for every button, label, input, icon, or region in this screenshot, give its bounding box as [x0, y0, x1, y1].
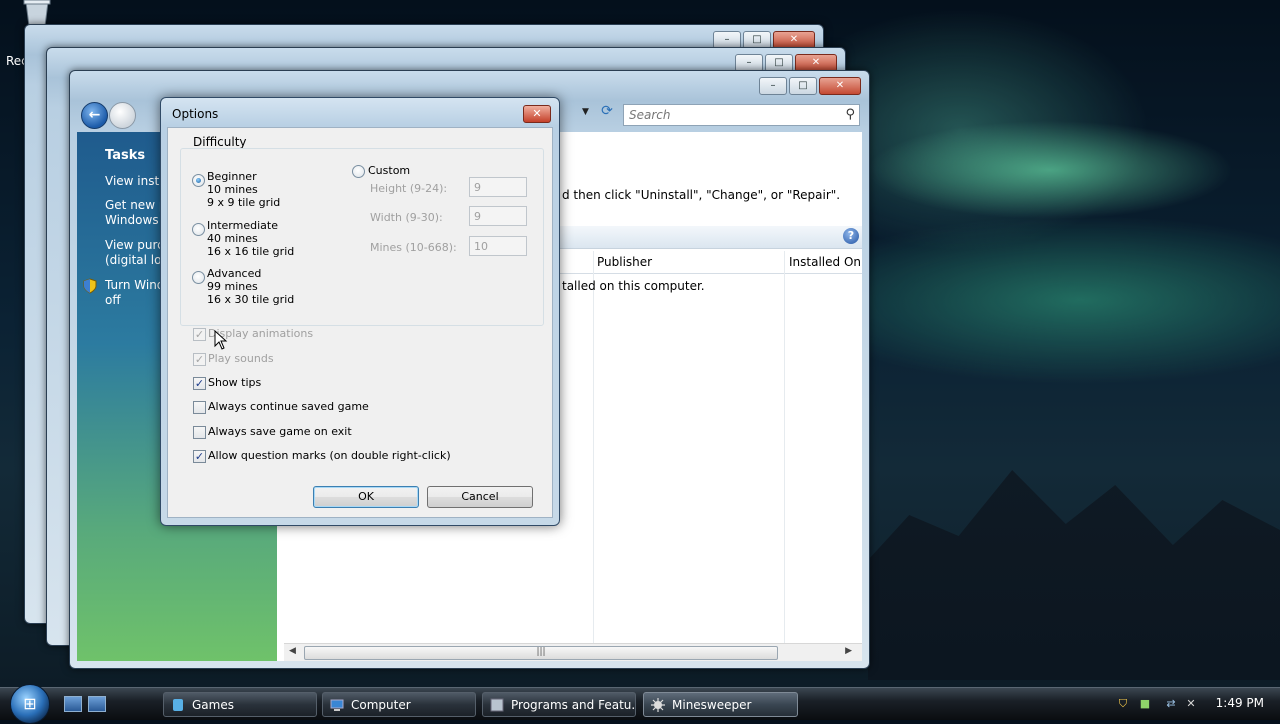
radio-custom[interactable]	[352, 165, 365, 178]
radio-intermediate[interactable]	[192, 223, 205, 236]
sidebar-title: Tasks	[105, 148, 146, 163]
always-continue-label: Always continue saved game	[208, 400, 369, 413]
search-input[interactable]: Search ⚲	[623, 104, 860, 126]
taskbar-item-label: Minesweeper	[672, 698, 752, 712]
radio-advanced[interactable]	[192, 271, 205, 284]
empty-list-message: talled on this computer.	[562, 279, 705, 293]
checkbox-always-save[interactable]	[193, 426, 206, 439]
taskbar-item-computer[interactable]: Computer	[322, 692, 476, 717]
maximize-button[interactable]: □	[789, 77, 817, 95]
help-icon[interactable]: ?	[843, 228, 859, 244]
show-desktop-icon[interactable]	[64, 696, 82, 712]
scroll-thumb[interactable]: |||	[304, 646, 778, 660]
search-icon[interactable]: ⚲	[845, 107, 855, 122]
beginner-mines: 10 mines	[207, 183, 258, 196]
horizontal-scrollbar[interactable]: ◀ ||| ▶	[284, 643, 862, 661]
custom-height-label: Height (9-24):	[370, 182, 448, 195]
beginner-name: Beginner	[207, 170, 257, 183]
custom-width-label: Width (9-30):	[370, 211, 443, 224]
recycle-bin-icon[interactable]	[20, 0, 54, 26]
network-icon[interactable]: ⇄	[1164, 697, 1178, 711]
switch-windows-icon[interactable]	[88, 696, 106, 712]
radio-beginner[interactable]	[192, 174, 205, 187]
chevron-down-icon[interactable]: ▼	[582, 107, 589, 117]
difficulty-group-label: Difficulty	[190, 135, 250, 149]
security-shield-icon[interactable]: ⛉	[1116, 697, 1130, 711]
custom-label: Custom	[368, 164, 411, 177]
advanced-mines: 99 mines	[207, 280, 258, 293]
taskbar-item-minesweeper[interactable]: Minesweeper	[643, 692, 798, 717]
checkbox-display-animations[interactable]: ✓	[193, 328, 206, 341]
intermediate-grid: 16 x 16 tile grid	[207, 245, 295, 258]
beginner-grid: 9 x 9 tile grid	[207, 196, 281, 209]
close-button[interactable]: ✕	[819, 77, 861, 95]
shield-icon	[83, 278, 97, 294]
intermediate-mines: 40 mines	[207, 232, 258, 245]
taskbar-item-label: Computer	[351, 698, 411, 712]
dialog-body: Difficulty Beginner 10 mines 9 x 9 tile …	[167, 127, 553, 518]
options-dialog: Options ✕ Difficulty Beginner 10 mines 9…	[160, 97, 560, 526]
always-save-label: Always save game on exit	[208, 425, 352, 438]
intermediate-name: Intermediate	[207, 219, 278, 232]
organize-toolbar	[557, 226, 862, 249]
mine-icon	[651, 698, 665, 712]
games-icon	[173, 699, 183, 711]
start-button[interactable]: ⊞	[10, 684, 50, 724]
programs-icon	[490, 698, 504, 712]
back-arrow-icon[interactable]: ←	[81, 102, 108, 129]
column-divider	[784, 251, 785, 651]
cancel-button[interactable]: Cancel	[427, 486, 533, 508]
scroll-left-icon[interactable]: ◀	[289, 646, 296, 656]
column-installed-on[interactable]: Installed On	[789, 255, 861, 269]
difficulty-group: Beginner 10 mines 9 x 9 tile grid Interm…	[180, 148, 544, 326]
checkbox-play-sounds[interactable]: ✓	[193, 353, 206, 366]
ok-button[interactable]: OK	[313, 486, 419, 508]
taskbar: ⊞ Games Computer Programs and Featu... M…	[0, 684, 1280, 724]
taskbar-item-label: Games	[192, 698, 234, 712]
taskbar-item-programs[interactable]: Programs and Featu...	[482, 692, 636, 717]
search-placeholder: Search	[629, 108, 671, 122]
column-publisher[interactable]: Publisher	[597, 255, 652, 269]
custom-height-field[interactable]: 9	[469, 177, 527, 197]
mouse-cursor-icon	[214, 330, 228, 350]
minimize-button[interactable]: –	[759, 77, 787, 95]
window-controls: – □ ✕	[759, 77, 861, 95]
advanced-name: Advanced	[207, 267, 262, 280]
volume-icon[interactable]: ✕	[1184, 697, 1198, 711]
checkbox-show-tips[interactable]: ✓	[193, 377, 206, 390]
tray-app-icon[interactable]: ■	[1138, 697, 1152, 711]
refresh-icon[interactable]: ⟳	[597, 103, 617, 123]
taskbar-item-label: Programs and Featu...	[511, 698, 636, 712]
custom-width-field[interactable]: 9	[469, 206, 527, 226]
play-sounds-label: Play sounds	[208, 352, 274, 365]
checkbox-question-marks[interactable]: ✓	[193, 450, 206, 463]
clock[interactable]: 1:49 PM	[1216, 696, 1264, 710]
show-tips-label: Show tips	[208, 376, 262, 389]
forward-arrow-icon[interactable]	[109, 102, 136, 129]
advanced-grid: 16 x 30 tile grid	[207, 293, 295, 306]
scroll-right-icon[interactable]: ▶	[845, 646, 852, 656]
desktop-wallpaper	[868, 470, 1280, 680]
sidebar-link-turn-windows-features[interactable]: Turn Wind off	[105, 278, 164, 308]
dialog-title: Options	[172, 107, 219, 121]
custom-mines-field[interactable]: 10	[469, 236, 527, 256]
custom-mines-label: Mines (10-668):	[370, 241, 457, 254]
checkbox-always-continue[interactable]	[193, 401, 206, 414]
question-marks-label: Allow question marks (on double right-cl…	[208, 449, 451, 462]
computer-icon	[330, 699, 344, 711]
column-divider	[593, 251, 594, 651]
taskbar-item-games[interactable]: Games	[163, 692, 317, 717]
close-button[interactable]: ✕	[523, 105, 551, 123]
column-headers: Publisher Installed On	[557, 251, 862, 651]
instruction-text: d then click "Uninstall", "Change", or "…	[562, 188, 841, 202]
